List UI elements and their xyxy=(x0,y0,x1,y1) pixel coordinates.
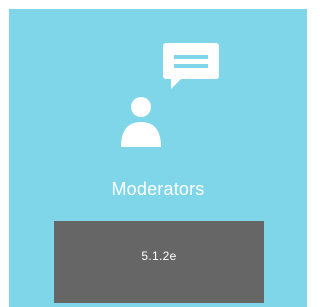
moderator-icon xyxy=(117,43,219,151)
tile-title: Moderators xyxy=(111,179,205,199)
moderators-tile[interactable]: Moderators 5.1.2e xyxy=(9,9,307,307)
version-badge: 5.1.2e xyxy=(54,221,264,303)
version-label: 5.1.2e xyxy=(141,249,177,263)
